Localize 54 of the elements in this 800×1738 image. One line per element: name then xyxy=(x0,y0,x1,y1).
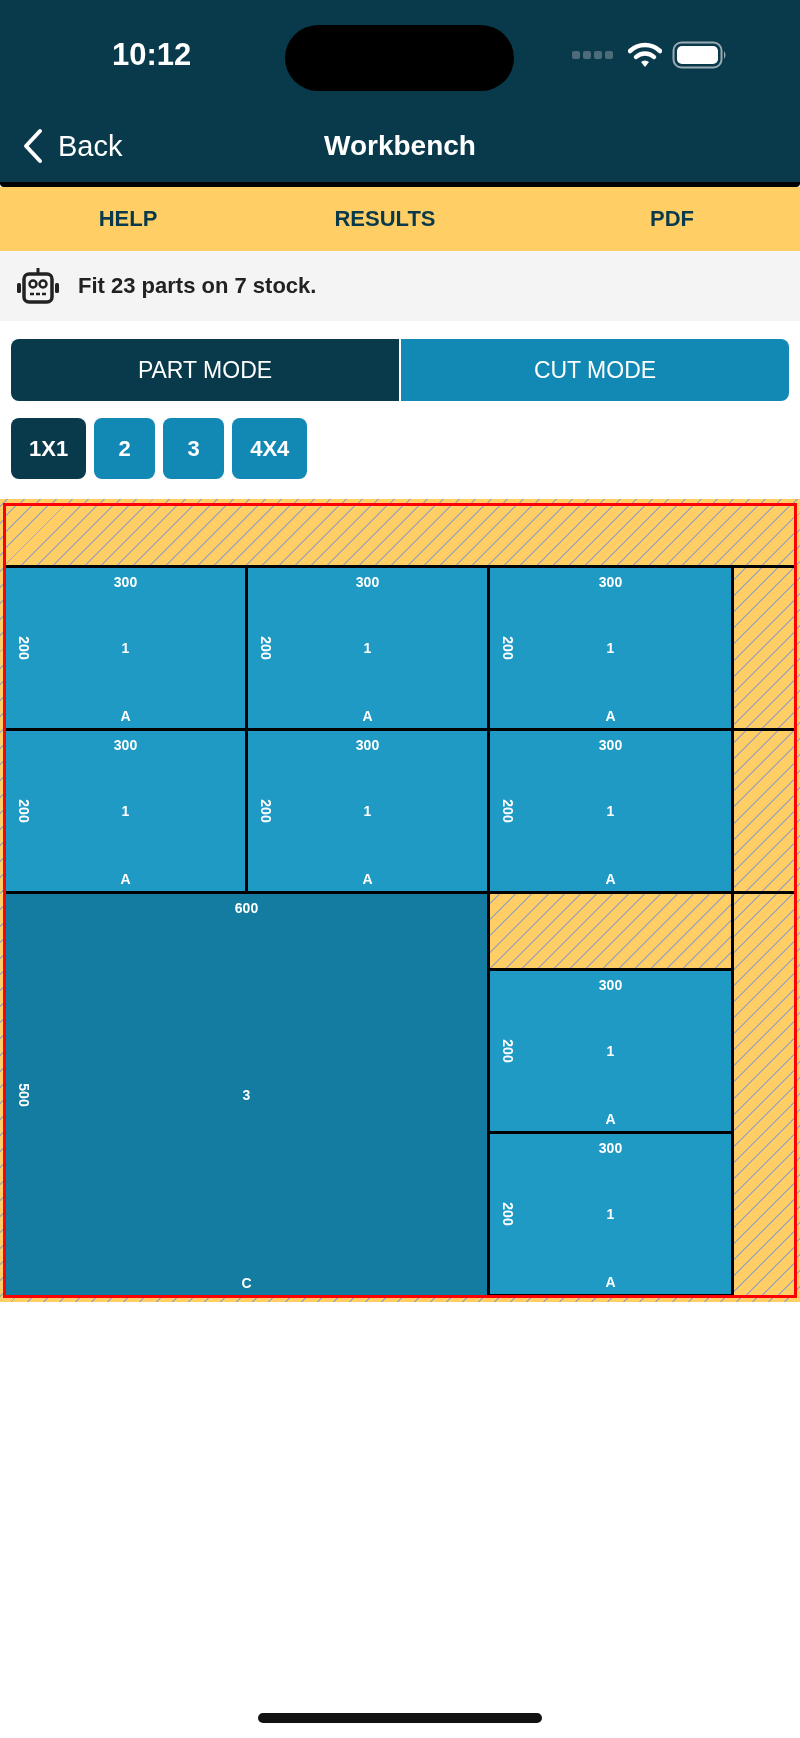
screen-title: Workbench xyxy=(323,130,477,162)
part-quantity: 1 xyxy=(606,1206,615,1222)
part-label: A xyxy=(362,708,373,724)
mode-tab[interactable]: CUT MODE xyxy=(401,339,789,401)
status-message: Fit 23 parts on 7 stock. xyxy=(78,273,317,299)
part-height: 200 xyxy=(500,1202,516,1226)
part-quantity: 1 xyxy=(121,803,130,819)
part-quantity: 1 xyxy=(121,640,130,656)
part-width: 300 xyxy=(113,574,138,590)
part-height: 200 xyxy=(258,636,274,660)
robot-icon xyxy=(16,266,60,306)
part-width: 300 xyxy=(355,737,380,753)
part-height: 200 xyxy=(258,799,274,823)
part-label: A xyxy=(605,708,616,724)
part-quantity: 1 xyxy=(606,640,615,656)
part-quantity: 3 xyxy=(242,1086,251,1103)
part-quantity: 1 xyxy=(363,803,372,819)
part-height: 200 xyxy=(16,799,32,823)
layout-button[interactable]: 1X1 xyxy=(11,418,87,479)
mode-tab[interactable]: PART MODE xyxy=(11,339,399,401)
part-label: A xyxy=(120,871,131,887)
part-width: 600 xyxy=(234,900,259,916)
part-quantity: 1 xyxy=(363,640,372,656)
signal-icon xyxy=(572,49,614,61)
part-width: 300 xyxy=(598,574,623,590)
part-height: 200 xyxy=(500,636,516,660)
clock-time: 10:12 xyxy=(112,37,193,73)
part-label: A xyxy=(362,871,373,887)
toolbar-button[interactable]: RESULTS xyxy=(256,187,514,251)
back-chevron-icon xyxy=(22,128,44,164)
part-width: 300 xyxy=(355,574,380,590)
part-label: A xyxy=(120,708,131,724)
wifi-icon xyxy=(628,42,662,68)
part-quantity: 1 xyxy=(606,803,615,819)
part-width: 300 xyxy=(598,977,623,993)
back-button[interactable]: Back xyxy=(22,128,123,164)
part-width: 300 xyxy=(113,737,138,753)
layout-button[interactable]: 2 xyxy=(94,418,156,479)
part-width: 300 xyxy=(598,1140,623,1156)
layout-button[interactable]: 4X4 xyxy=(232,418,308,479)
layout-button[interactable]: 3 xyxy=(163,418,225,479)
battery-icon xyxy=(672,41,728,69)
part-height: 500 xyxy=(16,1082,32,1107)
part-label: A xyxy=(605,1274,616,1290)
part-height: 200 xyxy=(500,799,516,823)
part-height: 200 xyxy=(16,636,32,660)
part-label: C xyxy=(241,1275,252,1291)
part-quantity: 1 xyxy=(606,1043,615,1059)
part-height: 200 xyxy=(500,1039,516,1063)
toolbar-button[interactable]: PDF xyxy=(544,187,800,251)
part-label: A xyxy=(605,1111,616,1127)
part-label: A xyxy=(605,871,616,887)
toolbar-button[interactable]: HELP xyxy=(0,187,256,251)
part-width: 300 xyxy=(598,737,623,753)
